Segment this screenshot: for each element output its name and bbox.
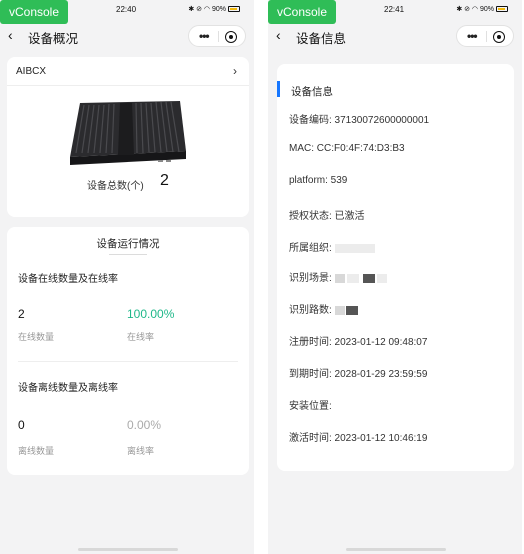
chevron-right-icon[interactable]: › xyxy=(233,64,237,78)
more-icon[interactable]: ••• xyxy=(467,29,478,43)
status-icons: ✱ ⊘ ◠ 90% xyxy=(456,5,508,13)
battery-icon xyxy=(496,6,508,12)
status-icons-text: ✱ ⊘ ◠ 90% xyxy=(188,6,226,13)
card-divider xyxy=(7,85,249,86)
channels-row: 识别路数: xyxy=(289,301,358,316)
device-info-card: 设备信息 设备编码: 37130072600000001 MAC: CC:F0:… xyxy=(277,64,514,471)
online-section-title: 设备在线数量及在线率 xyxy=(18,274,118,285)
nav-bar: ‹ 设备概况 ••• xyxy=(0,22,254,50)
page-title: 设备概况 xyxy=(28,32,79,46)
redacted-value xyxy=(362,273,375,283)
online-rate: 100.00% xyxy=(127,307,175,321)
online-rate-label: 在线率 xyxy=(127,332,155,342)
redacted-value xyxy=(334,305,345,315)
scene-label: 识别场景: xyxy=(289,273,332,284)
redacted-value xyxy=(346,273,359,283)
auth-status: 授权状态: 已激活 xyxy=(289,211,365,222)
close-target-icon[interactable] xyxy=(225,31,237,43)
close-target-icon[interactable] xyxy=(493,31,505,43)
online-count-label: 在线数量 xyxy=(18,332,55,342)
vconsole-button[interactable]: vConsole xyxy=(268,0,336,24)
expire-time: 到期时间: 2028-01-29 23:59:59 xyxy=(289,369,428,380)
offline-count-label: 离线数量 xyxy=(18,446,55,456)
device-code: 设备编码: 37130072600000001 xyxy=(289,115,430,126)
device-name: AIBCX xyxy=(16,66,47,77)
page-title: 设备信息 xyxy=(296,32,347,46)
status-icons-text: ✱ ⊘ ◠ 90% xyxy=(456,6,494,13)
section-divider xyxy=(18,361,238,362)
battery-icon xyxy=(228,6,240,12)
running-status-card: 设备运行情况 设备在线数量及在线率 2 在线数量 100.00% 在线率 设备离… xyxy=(7,227,249,475)
status-time: 22:41 xyxy=(384,5,405,14)
offline-section-title: 设备离线数量及离线率 xyxy=(18,383,118,394)
redacted-value xyxy=(334,273,345,283)
offline-rate: 0.00% xyxy=(127,418,162,432)
status-icons: ✱ ⊘ ◠ 90% xyxy=(188,5,240,13)
running-status-title: 设备运行情况 xyxy=(96,238,160,250)
vconsole-button[interactable]: vConsole xyxy=(0,0,68,24)
offline-rate-label: 离线率 xyxy=(127,446,155,456)
device-card[interactable]: AIBCX › 设备总数(个) 2 xyxy=(7,57,249,217)
offline-count: 0 xyxy=(18,418,25,432)
organization-row: 所属组织: xyxy=(289,239,375,254)
status-bar: vConsole 22:41 ✱ ⊘ ◠ 90% xyxy=(268,0,522,24)
platform: platform: 539 xyxy=(289,175,348,186)
organization-label: 所属组织: xyxy=(289,243,332,254)
install-location: 安装位置: xyxy=(289,401,332,412)
miniprogram-capsule: ••• xyxy=(188,25,246,47)
back-arrow-icon[interactable]: ‹ xyxy=(8,27,13,43)
section-accent-bar xyxy=(277,81,280,97)
channels-label: 识别路数: xyxy=(289,305,332,316)
info-section-title: 设备信息 xyxy=(291,86,333,98)
home-indicator xyxy=(78,548,178,551)
register-time: 注册时间: 2023-01-12 09:48:07 xyxy=(289,337,428,348)
scene-row: 识别场景: xyxy=(289,269,387,284)
device-overview-screen: vConsole 22:40 ✱ ⊘ ◠ 90% ‹ 设备概况 ••• AIBC… xyxy=(0,0,254,554)
capsule-divider xyxy=(486,31,487,42)
status-time: 22:40 xyxy=(116,5,137,14)
online-count: 2 xyxy=(18,307,25,321)
home-indicator xyxy=(346,548,446,551)
capsule-divider xyxy=(218,31,219,42)
device-box-image xyxy=(70,101,186,165)
status-bar: vConsole 22:40 ✱ ⊘ ◠ 90% xyxy=(0,0,254,24)
activation-time: 激活时间: 2023-01-12 10:46:19 xyxy=(289,433,428,444)
miniprogram-capsule: ••• xyxy=(456,25,514,47)
mac-address: MAC: CC:F0:4F:74:D3:B3 xyxy=(289,143,405,154)
redacted-value xyxy=(334,243,375,253)
total-devices-value: 2 xyxy=(160,172,169,189)
device-info-screen: vConsole 22:41 ✱ ⊘ ◠ 90% ‹ 设备信息 ••• 设备信息… xyxy=(268,0,522,554)
back-arrow-icon[interactable]: ‹ xyxy=(276,27,281,43)
total-devices-label: 设备总数(个) xyxy=(87,181,144,192)
more-icon[interactable]: ••• xyxy=(199,29,210,43)
title-underline xyxy=(109,254,147,255)
redacted-value xyxy=(345,305,358,315)
redacted-value xyxy=(376,273,387,283)
nav-bar: ‹ 设备信息 ••• xyxy=(268,22,522,50)
